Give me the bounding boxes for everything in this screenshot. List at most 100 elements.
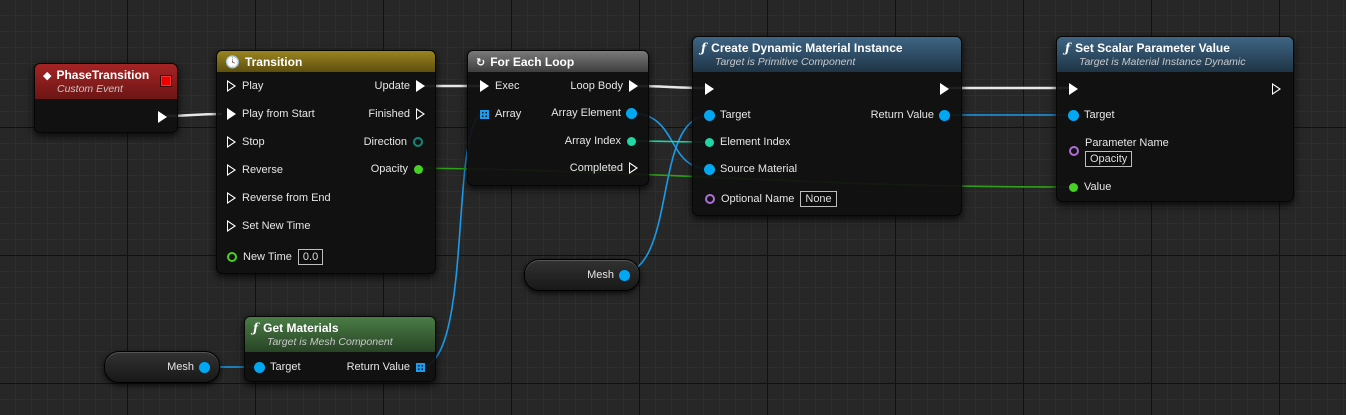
node-title: PhaseTransition [56,68,150,82]
pin-label: Return Value [870,109,934,121]
set-new-time-pin[interactable]: Set New Time [227,220,310,232]
exec-out-pin[interactable] [940,83,949,95]
finished-pin[interactable]: Finished [368,108,425,120]
pin-label: New Time [243,251,292,263]
create-dynamic-material-instance-node[interactable]: ƒ Create Dynamic Material Instance Target… [692,36,962,216]
source-material-pin[interactable]: Source Material [705,163,797,175]
element-index-pin[interactable]: Element Index [705,136,790,148]
pin-label: Exec [495,80,520,92]
exec-in-icon [227,164,236,176]
object-pin-icon [1069,110,1078,120]
node-header: ↻ For Each Loop [468,51,648,72]
exec-in-icon [480,80,489,92]
target-pin[interactable]: Target [705,109,751,121]
node-subtitle: Target is Mesh Component [267,336,393,348]
set-scalar-parameter-value-node[interactable]: ƒ Set Scalar Parameter Value Target is Ma… [1056,36,1294,202]
function-icon: ƒ [253,321,259,335]
mesh-variable-node[interactable]: Mesh [104,351,220,383]
pin-label: Value [1084,181,1112,193]
new-time-pin[interactable]: New Time 0.0 [227,249,324,265]
exec-out-pin[interactable] [158,111,167,123]
delegate-pin-icon[interactable] [160,75,172,87]
node-subtitle: Target is Primitive Component [715,56,856,68]
node-header: ƒ Set Scalar Parameter Value Target is Ma… [1057,37,1293,72]
parameter-name-input[interactable]: Opacity [1085,151,1133,167]
pin-label: Completed [569,162,623,174]
node-header: 🕓 Transition [217,51,435,72]
play-pin[interactable]: Play [227,80,263,92]
pin-label: Update [374,80,410,92]
node-subtitle: Target is Material Instance Dynamic [1079,56,1246,68]
get-materials-node[interactable]: ƒ Get Materials Target is Mesh Component … [244,316,436,382]
exec-out-icon [629,80,638,92]
int-pin-icon [705,137,714,147]
exec-in-icon [227,108,236,120]
object-pin-icon [627,108,636,118]
pin-label: Target [270,361,301,373]
pin-label: Array Index [564,135,621,147]
reverse-pin[interactable]: Reverse [227,164,283,176]
exec-in-pin[interactable]: Exec [480,80,519,92]
variable-label: Mesh [167,361,194,373]
pin-label: Target [1084,109,1115,121]
exec-in-icon [227,220,236,232]
array-element-pin[interactable]: Array Element [551,107,636,119]
optional-name-pin[interactable]: Optional Name None [705,191,837,207]
value-pin[interactable]: Value [1069,181,1111,193]
exec-out-icon [416,80,425,92]
object-pin-icon[interactable] [620,270,629,280]
name-pin-icon [705,194,715,204]
array-index-pin[interactable]: Array Index [565,135,636,147]
enum-pin-icon [413,137,423,147]
pin-label: Array Element [551,107,621,119]
opacity-pin[interactable]: Opacity [371,163,423,175]
object-pin-icon[interactable] [200,362,209,372]
phase-transition-event-node[interactable]: ◆ PhaseTransition Custom Event [34,63,178,133]
exec-out-icon [416,108,425,120]
node-title: Create Dynamic Material Instance [711,41,903,55]
target-pin[interactable]: Target [255,361,301,373]
play-from-start-pin[interactable]: Play from Start [227,108,315,120]
return-value-pin[interactable]: Return Value [871,109,949,121]
parameter-name-pin[interactable]: Parameter Name Opacity [1069,137,1169,167]
pin-label: Play from Start [242,108,315,120]
reverse-from-end-pin[interactable]: Reverse from End [227,192,331,204]
exec-in-pin[interactable] [705,83,714,95]
direction-pin[interactable]: Direction [364,136,423,148]
for-each-loop-node[interactable]: ↻ For Each Loop Exec Array Loop Body Arra… [467,50,649,186]
object-pin-icon [705,110,714,120]
node-title: Set Scalar Parameter Value [1075,41,1230,55]
pin-label: Parameter Name [1085,137,1169,149]
node-header: ƒ Create Dynamic Material Instance Target… [693,37,961,72]
function-icon: ƒ [701,41,707,55]
completed-pin[interactable]: Completed [570,162,638,174]
transition-timeline-node[interactable]: 🕓 Transition Play Play from Start Stop Re… [216,50,436,274]
exec-in-pin[interactable] [1069,83,1078,95]
stop-pin[interactable]: Stop [227,136,265,148]
event-diamond-icon: ◆ [43,69,52,82]
float-pin-icon [227,252,237,262]
pin-label: Play [242,80,264,92]
return-value-pin[interactable]: Return Value [347,361,425,373]
pin-label: Target [720,109,751,121]
new-time-input[interactable]: 0.0 [297,249,324,265]
float-pin-icon [1069,182,1078,192]
update-pin[interactable]: Update [375,80,425,92]
array-in-pin[interactable]: Array [480,108,521,120]
pin-label: Loop Body [570,80,623,92]
exec-out-pin[interactable] [1272,83,1281,95]
pin-label: Direction [363,136,407,148]
exec-in-icon [227,136,236,148]
optional-name-input[interactable]: None [800,191,837,207]
loop-body-pin[interactable]: Loop Body [570,80,638,92]
array-pin-icon [416,362,425,372]
node-subtitle: Custom Event [57,83,123,95]
pin-label: Optional Name [721,193,795,205]
name-pin-icon [1069,146,1079,156]
array-pin-icon [480,109,489,119]
mesh-variable-node[interactable]: Mesh [524,259,640,291]
node-header: ◆ PhaseTransition Custom Event [35,64,177,99]
exec-out-icon [629,162,638,174]
target-pin[interactable]: Target [1069,109,1115,121]
pin-label: Set New Time [242,220,311,232]
